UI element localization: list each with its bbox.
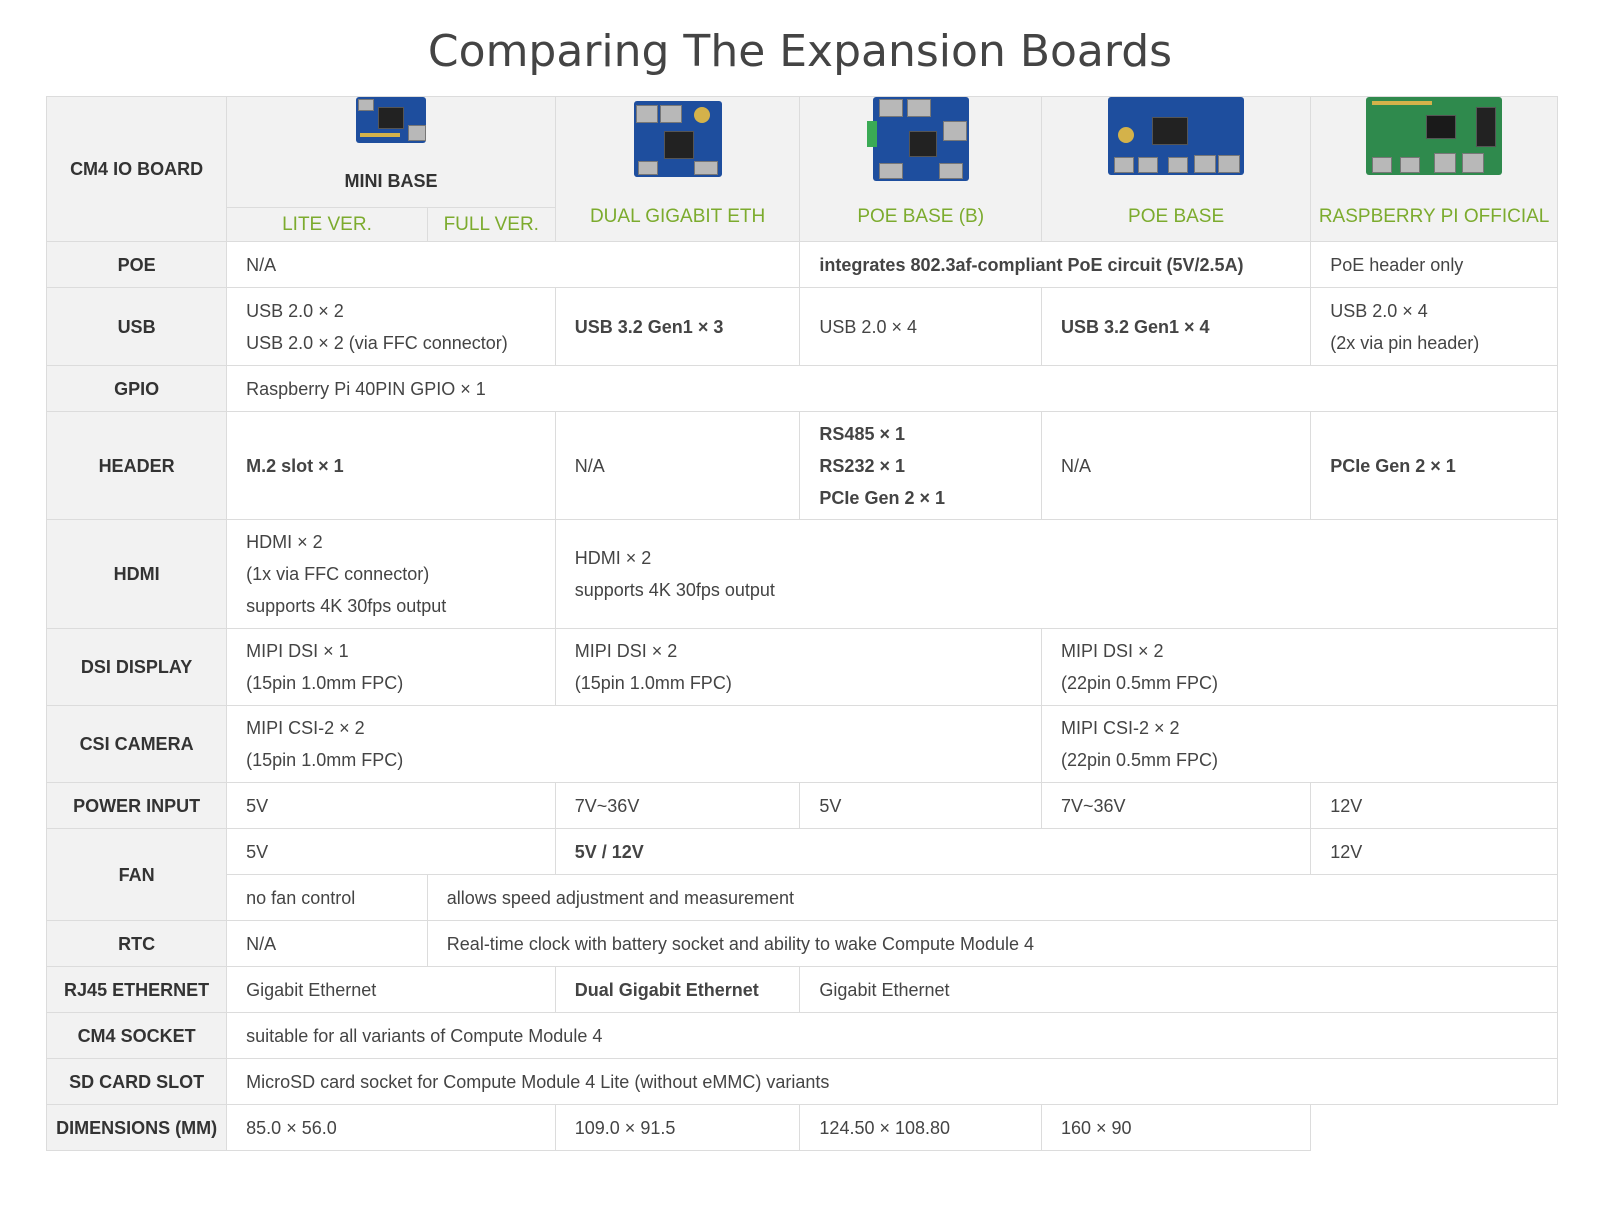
header-rpi: PCIe Gen 2 × 1	[1310, 411, 1558, 520]
dsi-mini: MIPI DSI × 1 (15pin 1.0mm FPC)	[226, 628, 556, 706]
power-rpi: 12V	[1310, 782, 1558, 829]
sd-all: MicroSD card socket for Compute Module 4…	[226, 1058, 1558, 1105]
dual-eth-label: DUAL GIGABIT ETH	[589, 206, 766, 227]
corner-header: CM4 IO BOARD	[45, 96, 228, 242]
header-poe-b: RS485 × 1 RS232 × 1 PCIe Gen 2 × 1	[799, 411, 1042, 520]
row-label-socket: CM4 SOCKET	[45, 1012, 228, 1059]
usb-dual: USB 3.2 Gen1 × 3	[554, 287, 801, 366]
fan-rest-control: allows speed adjustment and measurement	[426, 874, 1559, 921]
dims-poe-b: 124.50 × 108.80	[799, 1104, 1042, 1151]
poe-base-b-board-image	[866, 97, 969, 181]
row-label-hdmi: HDMI	[45, 519, 228, 629]
poe-base-board-image	[1108, 97, 1245, 175]
hdmi-mini-line-1: HDMI × 2	[246, 532, 323, 552]
row-label-dsi: DSI DISPLAY	[45, 628, 228, 706]
rj45-dual: Dual Gigabit Ethernet	[554, 966, 801, 1013]
gpio-all: Raspberry Pi 40PIN GPIO × 1	[226, 365, 1558, 412]
power-poe: 7V~36V	[1040, 782, 1312, 829]
rtc-lite: N/A	[226, 920, 428, 967]
usb-mini-line-2: USB 2.0 × 2 (via FFC connector)	[246, 332, 508, 353]
dsi-mid-line-1: MIPI DSI × 2	[574, 641, 678, 661]
dsi-right-line-1: MIPI DSI × 2	[1061, 641, 1164, 661]
poe-circuit: integrates 802.3af-compliant PoE circuit…	[799, 241, 1312, 288]
dims-dual: 109.0 × 91.5	[554, 1104, 801, 1151]
poe-base-header: POE BASE	[1040, 96, 1312, 242]
csi-left: MIPI CSI-2 × 2 (15pin 1.0mm FPC)	[226, 705, 1042, 783]
usb-rpi-line-1: USB 2.0 × 4	[1330, 300, 1428, 321]
header-poe-b-line-3: PCIe Gen 2 × 1	[819, 487, 945, 508]
row-label-csi: CSI CAMERA	[45, 705, 228, 783]
row-label-rj45: RJ45 ETHERNET	[45, 966, 228, 1013]
row-label-usb: USB	[45, 287, 228, 366]
usb-poe: USB 3.2 Gen1 × 4	[1040, 287, 1312, 366]
usb-poe-b: USB 2.0 × 4	[799, 287, 1042, 366]
power-dual: 7V~36V	[554, 782, 801, 829]
usb-mini: USB 2.0 × 2 USB 2.0 × 2 (via FFC connect…	[226, 287, 556, 366]
csi-left-line-1: MIPI CSI-2 × 2	[246, 718, 365, 738]
page-title: Comparing The Expansion Boards	[427, 26, 1173, 77]
dual-eth-header: DUAL GIGABIT ETH	[554, 96, 801, 242]
header-poe-b-line-2: RS232 × 1	[819, 455, 905, 476]
row-label-fan: FAN	[45, 828, 228, 921]
usb-rpi: USB 2.0 × 4 (2x via pin header)	[1310, 287, 1558, 366]
dsi-right-line-2: (22pin 0.5mm FPC)	[1061, 673, 1219, 693]
dims-rpi-empty	[1310, 1104, 1558, 1151]
hdmi-rest-line-2: supports 4K 30fps output	[574, 580, 775, 600]
mini-base-label: MINI BASE	[344, 171, 438, 191]
csi-left-line-2: (15pin 1.0mm FPC)	[246, 750, 404, 770]
fan-rpi-voltage: 12V	[1310, 828, 1558, 875]
poe-base-b-label: POE BASE (B)	[857, 206, 985, 227]
dsi-mini-line-2: (15pin 1.0mm FPC)	[246, 673, 404, 693]
fan-mini-voltage: 5V	[226, 828, 556, 875]
usb-mini-line-1: USB 2.0 × 2	[246, 300, 344, 321]
comparison-table: CM4 IO BOARD MINI BASE DUAL GIGABIT ETH	[45, 96, 1559, 1151]
lite-ver-label: LITE VER.	[226, 207, 428, 242]
mini-base-header: MINI BASE	[226, 96, 556, 208]
row-label-rtc: RTC	[45, 920, 228, 967]
dsi-mini-line-1: MIPI DSI × 1	[246, 641, 349, 661]
power-mini: 5V	[226, 782, 556, 829]
dims-poe: 160 × 90	[1040, 1104, 1312, 1151]
hdmi-rest: HDMI × 2 supports 4K 30fps output	[554, 519, 1559, 629]
dual-eth-board-image	[633, 101, 722, 177]
fan-lite-control: no fan control	[226, 874, 428, 921]
poe-base-b-header: POE BASE (B)	[799, 96, 1042, 242]
dsi-right: MIPI DSI × 2 (22pin 0.5mm FPC)	[1041, 628, 1558, 706]
header-poe-b-line-1: RS485 × 1	[819, 423, 905, 444]
csi-right-line-2: (22pin 0.5mm FPC)	[1061, 750, 1219, 770]
hdmi-mini-line-3: supports 4K 30fps output	[246, 596, 447, 616]
fan-mid-voltage: 5V / 12V	[554, 828, 1312, 875]
rj45-rest: Gigabit Ethernet	[799, 966, 1558, 1013]
usb-rpi-line-2: (2x via pin header)	[1330, 332, 1480, 353]
rpi-official-board-image	[1366, 97, 1503, 175]
mini-base-board-image	[355, 97, 426, 143]
header-mini: M.2 slot × 1	[226, 411, 556, 520]
socket-all: suitable for all variants of Compute Mod…	[226, 1012, 1558, 1059]
row-label-header: HEADER	[45, 411, 228, 520]
poe-base-label: POE BASE	[1128, 206, 1225, 227]
header-dual: N/A	[554, 411, 801, 520]
dsi-mid-line-2: (15pin 1.0mm FPC)	[574, 673, 732, 693]
rpi-official-header: RASPBERRY PI OFFICIAL	[1310, 96, 1558, 242]
poe-rpi: PoE header only	[1310, 241, 1558, 288]
rj45-mini: Gigabit Ethernet	[226, 966, 556, 1013]
row-label-power: POWER INPUT	[45, 782, 228, 829]
row-label-gpio: GPIO	[45, 365, 228, 412]
row-label-dims: DIMENSIONS (MM)	[45, 1104, 228, 1151]
row-label-poe: POE	[45, 241, 228, 288]
header-poe: N/A	[1040, 411, 1312, 520]
poe-mini-dual: N/A	[226, 241, 801, 288]
row-label-sd: SD CARD SLOT	[45, 1058, 228, 1105]
dims-mini: 85.0 × 56.0	[226, 1104, 556, 1151]
hdmi-mini: HDMI × 2 (1x via FFC connector) supports…	[226, 519, 556, 629]
hdmi-mini-line-2: (1x via FFC connector)	[246, 564, 430, 584]
dsi-mid: MIPI DSI × 2 (15pin 1.0mm FPC)	[554, 628, 1043, 706]
rtc-rest: Real-time clock with battery socket and …	[426, 920, 1559, 967]
csi-right: MIPI CSI-2 × 2 (22pin 0.5mm FPC)	[1041, 705, 1558, 783]
full-ver-label: FULL VER.	[426, 207, 556, 242]
rpi-official-label: RASPBERRY PI OFFICIAL	[1318, 206, 1550, 227]
hdmi-rest-line-1: HDMI × 2	[574, 548, 652, 568]
csi-right-line-1: MIPI CSI-2 × 2	[1061, 718, 1180, 738]
power-poe-b: 5V	[799, 782, 1042, 829]
